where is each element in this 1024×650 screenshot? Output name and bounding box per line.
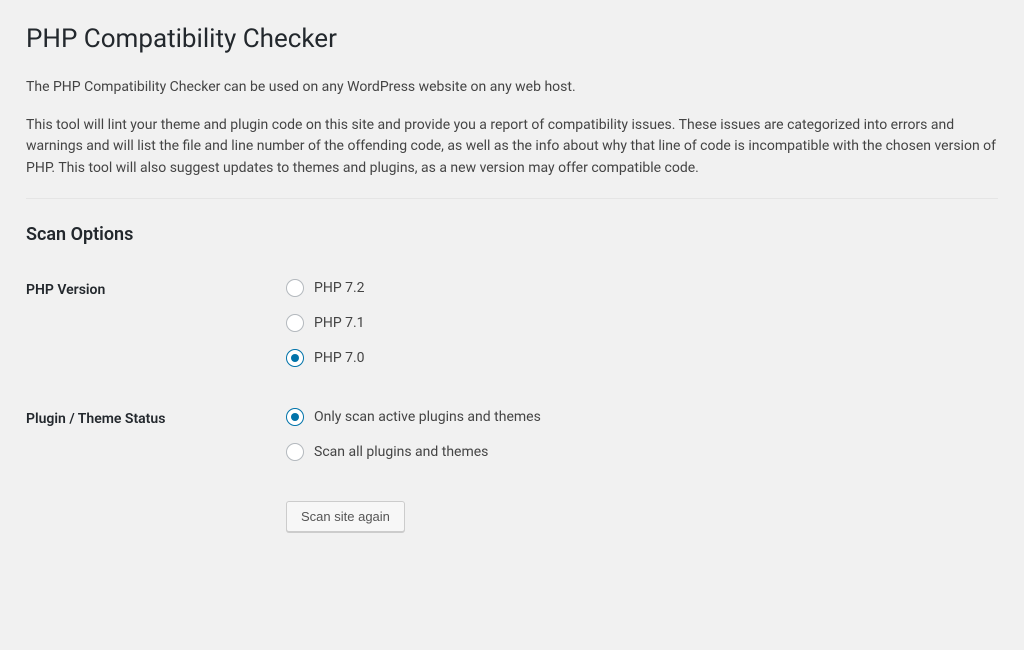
plugin-theme-status-options: Only scan active plugins and themes Scan… [286, 407, 998, 463]
intro-paragraph-1: The PHP Compatibility Checker can be use… [26, 77, 998, 99]
plugin-theme-status-label: Plugin / Theme Status [26, 407, 286, 430]
radio-label: PHP 7.2 [314, 278, 365, 299]
radio-icon [286, 349, 304, 367]
radio-label: Only scan active plugins and themes [314, 407, 541, 428]
radio-label: PHP 7.0 [314, 348, 365, 369]
page-title: PHP Compatibility Checker [26, 20, 998, 59]
radio-icon [286, 279, 304, 297]
intro-paragraph-2: This tool will lint your theme and plugi… [26, 115, 998, 180]
scan-options-heading: Scan Options [26, 221, 998, 248]
radio-label: PHP 7.1 [314, 313, 365, 334]
php-version-option-72[interactable]: PHP 7.2 [286, 278, 998, 299]
radio-label: Scan all plugins and themes [314, 442, 488, 463]
scan-site-button[interactable]: Scan site again [286, 501, 405, 532]
php-version-options: PHP 7.2 PHP 7.1 PHP 7.0 [286, 278, 998, 369]
radio-icon [286, 408, 304, 426]
intro-section: The PHP Compatibility Checker can be use… [26, 77, 998, 180]
radio-icon [286, 314, 304, 332]
plugin-theme-option-active[interactable]: Only scan active plugins and themes [286, 407, 998, 428]
plugin-theme-option-all[interactable]: Scan all plugins and themes [286, 442, 998, 463]
php-version-option-71[interactable]: PHP 7.1 [286, 313, 998, 334]
radio-icon [286, 443, 304, 461]
php-version-option-70[interactable]: PHP 7.0 [286, 348, 998, 369]
php-version-row: PHP Version PHP 7.2 PHP 7.1 PHP 7.0 [26, 278, 998, 369]
php-version-label: PHP Version [26, 278, 286, 301]
divider [26, 198, 998, 199]
scan-options-form: PHP Version PHP 7.2 PHP 7.1 PHP 7.0 Plug… [26, 278, 998, 532]
plugin-theme-status-row: Plugin / Theme Status Only scan active p… [26, 407, 998, 463]
submit-row: Scan site again [286, 501, 998, 532]
